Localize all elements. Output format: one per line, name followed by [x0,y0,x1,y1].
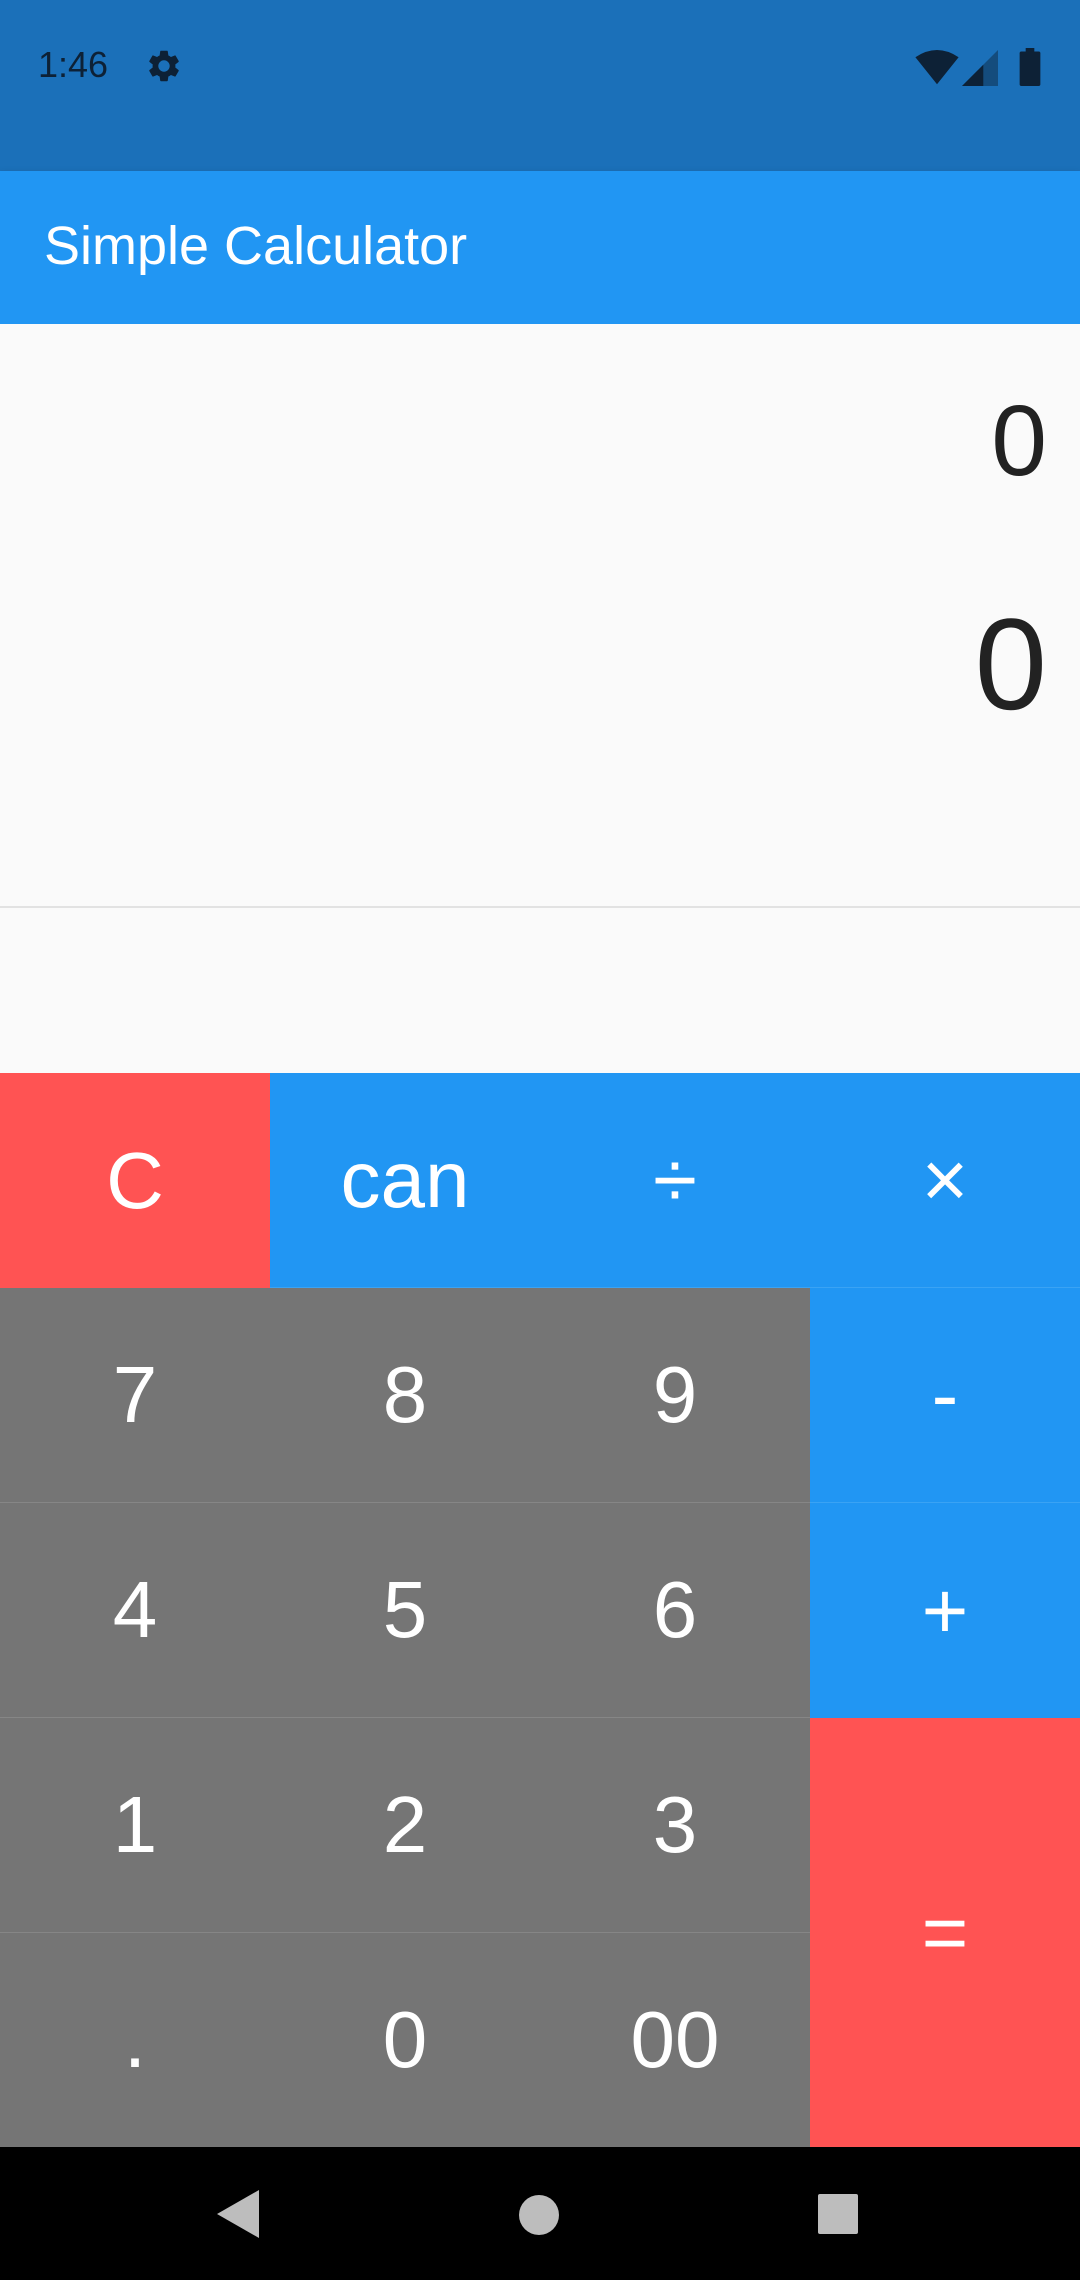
digit-7-button[interactable]: 7 [0,1288,270,1503]
wifi-icon [915,50,959,85]
equals-button[interactable]: = [810,1718,1080,2147]
battery-icon [1019,48,1041,86]
digit-5-button[interactable]: 5 [270,1503,540,1718]
minus-button[interactable]: - [810,1288,1080,1503]
divide-button[interactable]: ÷ [540,1073,810,1288]
decimal-button[interactable]: . [0,1933,270,2147]
plus-button[interactable]: + [810,1503,1080,1718]
status-bar: 1:46 [0,0,1080,171]
digit-4-button[interactable]: 4 [0,1503,270,1718]
recents-icon[interactable] [818,2194,858,2234]
calculator-display: 0 0 [0,324,1080,908]
digit-9-button[interactable]: 9 [540,1288,810,1503]
digit-2-button[interactable]: 2 [270,1718,540,1933]
app-title: Simple Calculator [44,216,468,276]
digit-8-button[interactable]: 8 [270,1288,540,1503]
multiply-button[interactable]: × [810,1073,1080,1288]
result-display: 0 [974,591,1047,737]
digit-3-button[interactable]: 3 [540,1718,810,1933]
app-bar: Simple Calculator [0,171,1080,324]
signal-icon [962,50,998,86]
cancel-button[interactable]: can [270,1073,540,1288]
digit-6-button[interactable]: 6 [540,1503,810,1718]
status-time: 1:46 [38,44,109,85]
navigation-bar [0,2147,1080,2280]
digit-0-button[interactable]: 0 [270,1933,540,2147]
back-icon[interactable] [215,2190,261,2238]
keypad: C can ÷ × 7 8 9 - 4 5 6 + 1 2 3 = . 0 00 [0,1073,1080,2147]
home-icon[interactable] [518,2194,560,2236]
double-zero-button[interactable]: 00 [540,1933,810,2147]
expression-display: 0 [991,385,1047,497]
gear-icon [149,50,179,82]
digit-1-button[interactable]: 1 [0,1718,270,1933]
clear-button[interactable]: C [0,1073,270,1288]
